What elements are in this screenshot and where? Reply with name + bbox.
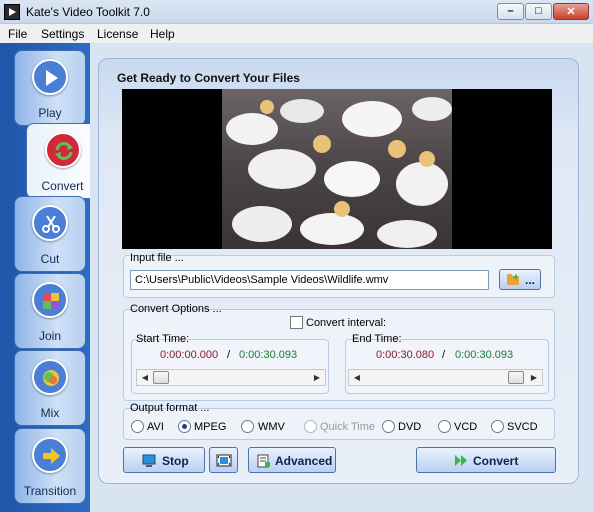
start-time-total: 0:00:30.093 bbox=[239, 349, 298, 361]
menu-bar: File Settings License Help bbox=[0, 24, 593, 43]
sidebar-item-label: Transition bbox=[23, 484, 77, 498]
sidebar-item-label: Mix bbox=[40, 406, 60, 420]
close-icon: ✕ bbox=[566, 6, 576, 18]
end-time-slider[interactable]: ◀ ▶ bbox=[348, 369, 543, 386]
start-time-separator: / bbox=[227, 349, 231, 361]
convert-options-title: Convert Options ... bbox=[130, 303, 222, 315]
format-svcd-radio[interactable] bbox=[491, 420, 504, 433]
arrow-right-icon bbox=[32, 437, 68, 473]
convert-interval-checkbox[interactable] bbox=[290, 316, 303, 329]
format-quicktime-radio bbox=[304, 420, 317, 433]
convert-interval-label: Convert interval: bbox=[306, 317, 387, 329]
format-vcd-radio[interactable] bbox=[438, 420, 451, 433]
end-time-thumb[interactable] bbox=[508, 371, 524, 384]
format-dvd-label: DVD bbox=[398, 421, 422, 433]
menu-settings[interactable]: Settings bbox=[41, 27, 84, 41]
maximize-icon: □ bbox=[535, 5, 542, 17]
start-time-label: Start Time: bbox=[136, 333, 190, 345]
sidebar-item-label: Join bbox=[38, 329, 61, 343]
settings-sheet-icon bbox=[257, 454, 271, 471]
input-file-title: Input file ... bbox=[130, 252, 184, 264]
output-format-title: Output format ... bbox=[130, 402, 210, 414]
format-wmv-label: WMV bbox=[258, 421, 285, 433]
start-time-value: 0:00:00.000 bbox=[160, 349, 219, 361]
right-arrow-icon[interactable]: ▶ bbox=[309, 370, 325, 385]
format-vcd-label: VCD bbox=[454, 421, 478, 433]
format-mpeg-label: MPEG bbox=[194, 421, 227, 433]
title-bar[interactable]: Kate's Video Toolkit 7.0 – □ ✕ bbox=[0, 0, 593, 24]
end-time-label: End Time: bbox=[352, 333, 402, 345]
app-icon bbox=[4, 4, 20, 20]
format-quicktime-label: Quick Time bbox=[320, 421, 376, 433]
monitor-icon bbox=[142, 454, 156, 470]
puzzle-icon bbox=[32, 282, 68, 318]
input-file-path[interactable]: C:\Users\Public\Videos\Sample Videos\Wil… bbox=[130, 270, 489, 290]
menu-file[interactable]: File bbox=[8, 27, 27, 41]
maximize-button[interactable]: □ bbox=[525, 3, 552, 20]
format-mpeg-radio[interactable] bbox=[178, 420, 191, 433]
left-arrow-icon[interactable]: ◀ bbox=[137, 370, 153, 385]
video-frame-image bbox=[226, 97, 452, 248]
film-frame-icon bbox=[216, 454, 232, 470]
advanced-label: Advanced bbox=[275, 454, 333, 468]
sidebar-item-cut[interactable]: Cut bbox=[14, 196, 86, 272]
stop-label: Stop bbox=[162, 454, 189, 468]
sidebar-item-label: Convert bbox=[41, 179, 84, 193]
sidebar-item-mix[interactable]: Mix bbox=[14, 350, 86, 426]
mix-icon bbox=[32, 359, 68, 395]
end-time-value: 0:00:30.080 bbox=[376, 349, 435, 361]
right-arrow-icon[interactable]: ▶ bbox=[526, 370, 542, 385]
sidebar: Play Convert Cut Join Mix Transition bbox=[0, 43, 106, 512]
folder-icon bbox=[506, 273, 520, 289]
browse-label: ... bbox=[525, 273, 536, 287]
menu-license[interactable]: License bbox=[97, 27, 138, 41]
sidebar-item-join[interactable]: Join bbox=[14, 273, 86, 349]
format-avi-label: AVI bbox=[147, 421, 164, 433]
end-time-separator: / bbox=[442, 349, 446, 361]
snapshot-button[interactable] bbox=[209, 447, 238, 473]
scissors-icon bbox=[32, 205, 68, 241]
convert-icon bbox=[44, 132, 81, 168]
end-time-total: 0:00:30.093 bbox=[455, 349, 514, 361]
start-time-slider[interactable]: ◀ ▶ bbox=[136, 369, 326, 386]
minimize-icon: – bbox=[507, 5, 514, 17]
sidebar-item-transition[interactable]: Transition bbox=[14, 428, 86, 504]
convert-label: Convert bbox=[473, 454, 519, 468]
minimize-button[interactable]: – bbox=[497, 3, 524, 20]
window-title: Kate's Video Toolkit 7.0 bbox=[26, 5, 150, 19]
menu-help[interactable]: Help bbox=[150, 27, 175, 41]
fast-forward-icon bbox=[454, 454, 468, 470]
close-button[interactable]: ✕ bbox=[553, 3, 589, 20]
sidebar-item-label: Cut bbox=[40, 252, 60, 266]
stop-button[interactable]: Stop bbox=[123, 447, 205, 473]
video-frame bbox=[222, 89, 452, 249]
sidebar-item-play[interactable]: Play bbox=[14, 50, 86, 126]
format-dvd-radio[interactable] bbox=[382, 420, 395, 433]
left-arrow-icon[interactable]: ◀ bbox=[349, 370, 365, 385]
sidebar-item-label: Play bbox=[38, 106, 62, 120]
format-svcd-label: SVCD bbox=[507, 421, 538, 433]
start-time-thumb[interactable] bbox=[153, 371, 169, 384]
play-icon bbox=[32, 59, 68, 95]
format-avi-radio[interactable] bbox=[131, 420, 144, 433]
page-title: Get Ready to Convert Your Files bbox=[117, 71, 300, 85]
advanced-button[interactable]: Advanced bbox=[248, 447, 336, 473]
convert-button[interactable]: Convert bbox=[416, 447, 556, 473]
browse-button[interactable]: ... bbox=[499, 269, 541, 290]
video-preview bbox=[122, 89, 552, 249]
format-wmv-radio[interactable] bbox=[241, 420, 254, 433]
